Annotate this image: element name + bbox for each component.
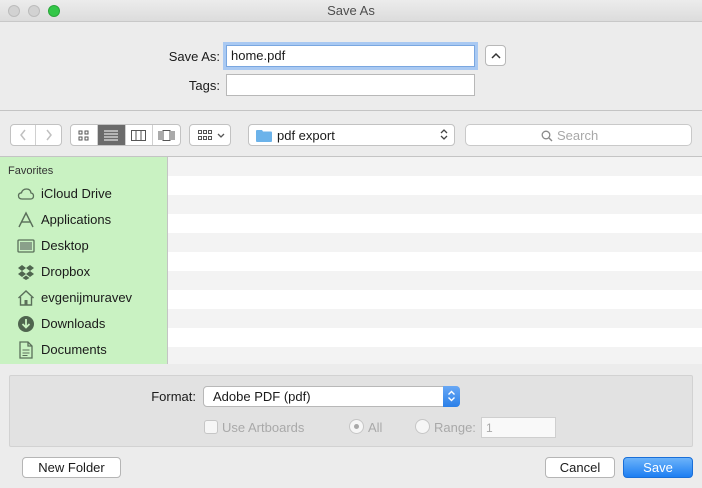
sidebar-item-label: iCloud Drive: [41, 186, 112, 201]
search-placeholder: Search: [557, 128, 599, 143]
sidebar-item-downloads[interactable]: Downloads: [0, 311, 167, 337]
column-view-button[interactable]: [126, 125, 153, 145]
file-list-row: [168, 290, 702, 309]
view-mode-control: [70, 124, 181, 146]
chevron-up-icon: [491, 52, 501, 59]
radio-selected-dot: [354, 424, 359, 429]
applications-icon: [18, 211, 34, 228]
filename-input[interactable]: home.pdf: [226, 45, 475, 67]
range-radio[interactable]: [415, 419, 430, 434]
downloads-icon: [18, 316, 34, 332]
columns-icon: [131, 129, 147, 141]
title-bar: Save As: [0, 0, 702, 22]
file-list-row: [168, 309, 702, 328]
sidebar-item-documents[interactable]: Documents: [0, 337, 167, 363]
file-list-row: [168, 252, 702, 271]
sidebar-item-label: Applications: [41, 212, 112, 227]
use-artboards-checkbox[interactable]: [204, 420, 218, 434]
folder-icon: [256, 130, 272, 142]
location-popup[interactable]: pdf export: [248, 124, 455, 146]
file-list-row: [168, 233, 702, 252]
search-field[interactable]: Search: [465, 124, 692, 146]
sidebar: Favorites iCloud Drive Applications Desk…: [0, 157, 168, 364]
forward-button[interactable]: [36, 125, 61, 145]
sidebar-item-desktop[interactable]: Desktop: [0, 233, 167, 259]
tags-label: Tags:: [188, 78, 220, 93]
arrange-menu-button[interactable]: [189, 124, 231, 146]
list-view-button[interactable]: [97, 125, 126, 145]
file-list-row: [168, 157, 702, 176]
cover-flow-icon: [158, 129, 175, 141]
location-label: pdf export: [277, 128, 335, 143]
file-list-row: [168, 328, 702, 347]
sidebar-item-label: Desktop: [41, 238, 89, 253]
expand-dialog-button[interactable]: [485, 45, 506, 66]
sidebar-item-dropbox[interactable]: Dropbox: [0, 259, 167, 285]
file-list-row: [168, 347, 702, 364]
search-icon: [541, 130, 553, 142]
dropbox-icon: [18, 265, 34, 280]
cloud-icon: [17, 188, 35, 200]
file-list-row: [168, 195, 702, 214]
chevron-down-icon: [217, 133, 225, 138]
save-button[interactable]: Save: [623, 457, 693, 478]
range-input[interactable]: 1: [481, 417, 556, 438]
up-down-arrows-icon: [448, 390, 455, 402]
cancel-button[interactable]: Cancel: [545, 457, 615, 478]
format-select[interactable]: Adobe PDF (pdf): [203, 386, 460, 407]
sidebar-item-applications[interactable]: Applications: [0, 207, 167, 233]
list-icon: [104, 130, 119, 140]
all-radio[interactable]: [349, 419, 364, 434]
file-list[interactable]: [168, 157, 702, 364]
save-as-label: Save As:: [168, 49, 220, 64]
sidebar-item-label: Documents: [41, 342, 107, 357]
sidebar-item-icloud-drive[interactable]: iCloud Drive: [0, 181, 167, 207]
chevron-left-icon: [20, 129, 26, 141]
favorites-heading: Favorites: [8, 165, 54, 177]
format-value: Adobe PDF (pdf): [213, 389, 311, 404]
sidebar-item-label: Downloads: [41, 316, 106, 331]
arrange-grid-icon: [198, 130, 212, 140]
chevron-right-icon: [45, 129, 52, 141]
cover-flow-button[interactable]: [153, 125, 180, 145]
range-label: Range:: [434, 420, 476, 435]
all-label: All: [368, 420, 383, 435]
sidebar-item-label: evgenijmuravev: [41, 290, 133, 305]
format-label: Format:: [151, 389, 196, 404]
grid-icon: [78, 130, 89, 140]
window-title: Save As: [327, 3, 375, 18]
home-icon: [18, 290, 34, 306]
back-forward-control: [10, 124, 62, 146]
desktop-icon: [17, 239, 35, 253]
up-down-arrows-icon: [440, 129, 448, 140]
documents-icon: [19, 341, 33, 359]
back-button[interactable]: [11, 125, 37, 145]
file-list-row: [168, 214, 702, 233]
file-list-row: [168, 176, 702, 195]
icon-view-button[interactable]: [71, 125, 98, 145]
tags-input[interactable]: [226, 74, 475, 96]
use-artboards-label: Use Artboards: [222, 420, 305, 435]
browser-toolbar: pdf export Search: [0, 110, 702, 157]
sidebar-item-label: Dropbox: [41, 264, 91, 279]
select-arrows: [443, 386, 460, 407]
new-folder-button[interactable]: New Folder: [22, 457, 121, 478]
file-list-row: [168, 271, 702, 290]
sidebar-item-home[interactable]: evgenijmuravev: [0, 285, 167, 311]
